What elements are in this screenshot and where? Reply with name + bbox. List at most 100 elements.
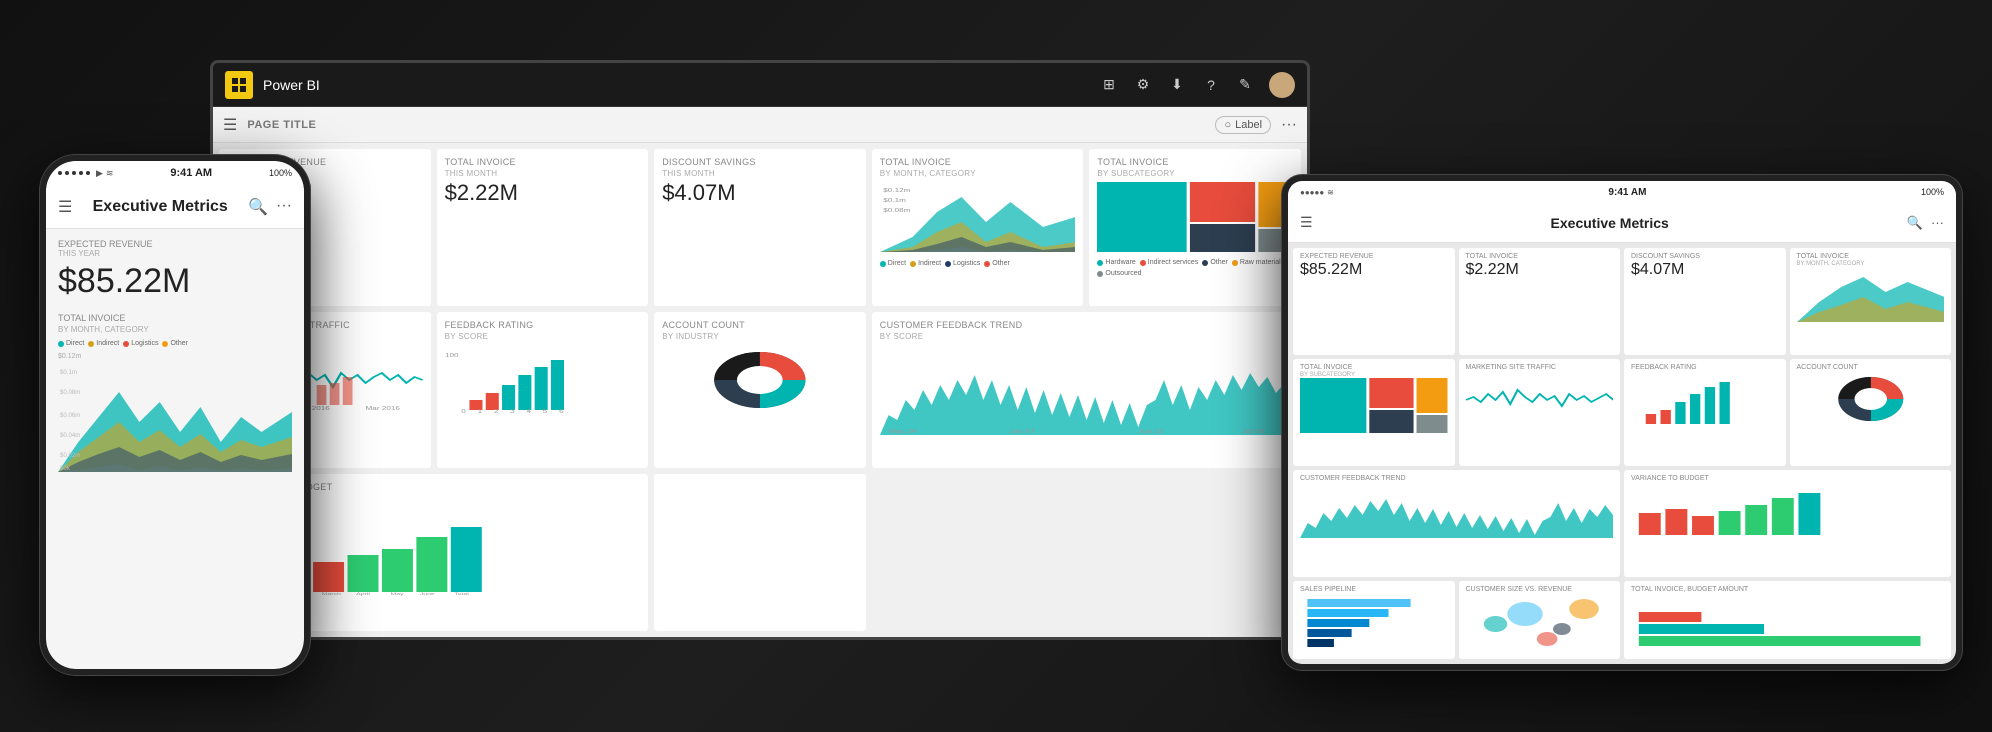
share-icon[interactable]: ⊞ — [1099, 75, 1119, 95]
kpi-label: Discount Savings — [662, 157, 858, 167]
kpi-sublabel: THIS MONTH — [662, 169, 858, 178]
phone-status-bar: ▶ ≋ 9:41 AM 100% — [46, 161, 304, 185]
logo-cell — [240, 86, 246, 92]
tablet-chart-treemap: Total Invoice BY SUBCATEGORY — [1293, 359, 1455, 466]
tablet-topbar: ☰ Executive Metrics 🔍 ··· — [1288, 203, 1956, 243]
dashboard-grid: Expected Revenue THIS YEAR $85.22M Total… — [213, 143, 1307, 637]
legend-direct: Direct — [58, 340, 84, 347]
app-name: Power BI — [263, 77, 1099, 93]
tablet-right-frame: ●●●●● ≋ 9:41 AM 100% ☰ Executive Metrics… — [1282, 175, 1962, 670]
svg-text:5: 5 — [542, 409, 547, 414]
tablet-menu-icon[interactable]: ☰ — [1300, 214, 1313, 231]
powerbi-logo — [225, 71, 253, 99]
chart-title: Total Invoice — [880, 157, 1076, 167]
chart-feedback-rating: Feedback Rating BY SCORE 0 1 2 3 4 — [437, 312, 649, 469]
svg-text:March: March — [322, 592, 341, 596]
tablet-chart-sales-pipeline: Sales Pipeline — [1293, 581, 1455, 659]
settings-icon[interactable]: ⚙ — [1133, 75, 1153, 95]
more-button[interactable]: ··· — [1281, 116, 1297, 134]
chart-title: Account Count — [662, 320, 858, 330]
tablet-search-icon[interactable]: 🔍 — [1907, 215, 1923, 231]
hamburger-icon[interactable]: ☰ — [223, 115, 237, 135]
kpi-sublabel: THIS MONTH — [445, 169, 641, 178]
tablet-kpi-revenue: Expected Revenue $85.22M — [1293, 248, 1455, 355]
chart-subtitle: BY MONTH, CATEGORY — [880, 169, 1076, 178]
svg-text:Total: Total — [454, 592, 469, 596]
kpi-value: $85.22M — [58, 262, 292, 301]
phone-content: Expected Revenue THIS YEAR $85.22M Total… — [46, 229, 304, 487]
chart-account-count: Account Count BY INDUSTRY — [654, 312, 866, 469]
chart-title: Customer Feedback Trend — [880, 320, 1293, 330]
svg-text:100: 100 — [445, 353, 459, 358]
tablet-app-title: Executive Metrics — [1321, 215, 1899, 231]
kpi-card-discount: Discount Savings THIS MONTH $4.07M — [654, 149, 866, 306]
svg-text:$0.04m: $0.04m — [60, 433, 80, 439]
tablet-topbar-icons: 🔍 ··· — [1907, 215, 1944, 231]
edit-icon[interactable]: ✎ — [1235, 75, 1255, 95]
kpi-value: $4.07M — [662, 182, 858, 204]
svg-text:4: 4 — [526, 409, 531, 414]
chart-invoice-monthly: Total Invoice BY MONTH, CATEGORY $0.12m … — [872, 149, 1084, 306]
chart-title: Total Invoice — [1097, 157, 1293, 167]
signal-dot — [65, 171, 69, 175]
kpi-card-invoice: Total Invoice THIS MONTH $2.22M — [437, 149, 649, 306]
logo-cell — [240, 78, 246, 84]
tablet-chart-customer-size: Customer Size vs. Revenue — [1459, 581, 1621, 659]
tablet-chart-variance: Variance to Budget — [1624, 470, 1951, 577]
tablet-kpi-invoice: Total Invoice $2.22M — [1459, 248, 1621, 355]
label-text: Label — [1235, 119, 1262, 131]
more-icon[interactable]: ··· — [276, 197, 292, 217]
svg-text:1: 1 — [477, 409, 482, 414]
tablet-screen: ●●●●● ≋ 9:41 AM 100% ☰ Executive Metrics… — [1288, 181, 1956, 664]
signal-dot — [72, 171, 76, 175]
tablet-kpi-discount: Discount Savings $4.07M — [1624, 248, 1786, 355]
chart-subtitle: BY SCORE — [445, 332, 641, 341]
topbar-icons: ⊞ ⚙ ⬇ ? ✎ — [1099, 72, 1295, 98]
phone-topbar: ☰ Executive Metrics 🔍 ··· — [46, 185, 304, 229]
laptop-frame: Power BI ⊞ ⚙ ⬇ ? ✎ ☰ PAGE TITLE ○ Label … — [210, 60, 1340, 670]
page-title: PAGE TITLE — [247, 119, 1205, 131]
section-title: Total Invoice — [58, 313, 292, 323]
user-avatar[interactable] — [1269, 72, 1295, 98]
chart-placeholder — [654, 474, 866, 631]
laptop-screen: Power BI ⊞ ⚙ ⬇ ? ✎ ☰ PAGE TITLE ○ Label … — [210, 60, 1310, 640]
svg-text:$0.08m: $0.08m — [883, 208, 911, 213]
svg-text:June: June — [420, 592, 435, 596]
svg-text:Jul 05: Jul 05 — [1241, 429, 1264, 434]
chart-subtitle: BY SUBCATEGORY — [1097, 169, 1293, 178]
legend-logistics: Logistics — [123, 340, 158, 347]
chart-subtitle: BY SCORE — [880, 332, 1293, 341]
label-button[interactable]: ○ Label — [1215, 116, 1271, 134]
svg-text:2: 2 — [493, 409, 498, 414]
menu-icon[interactable]: ☰ — [58, 197, 72, 217]
svg-text:Jun 07: Jun 07 — [1009, 429, 1035, 434]
tablet-chart-invoice-budget: Total Invoice, Budget Amount — [1624, 581, 1951, 659]
tablet-battery: 100% — [1921, 187, 1944, 197]
search-icon[interactable]: 🔍 — [248, 197, 268, 217]
legend-other: Other — [162, 340, 188, 347]
chart-invoice-subcategory: Total Invoice BY SUBCATEGORY Hardware In… — [1089, 149, 1301, 306]
svg-text:$0.1m: $0.1m — [60, 370, 77, 376]
svg-text:Mar 2016: Mar 2016 — [366, 406, 401, 411]
tablet-more-icon[interactable]: ··· — [1931, 215, 1944, 231]
signal-dot — [79, 171, 83, 175]
kpi-label: Expected Revenue — [58, 239, 292, 249]
tablet-chart-feedback: Feedback Rating — [1624, 359, 1786, 466]
download-icon[interactable]: ⬇ — [1167, 75, 1187, 95]
logo-cell — [232, 78, 238, 84]
signal-area: ▶ ≋ — [58, 168, 113, 179]
svg-text:$0.08m: $0.08m — [60, 390, 80, 396]
section-subtitle: BY MONTH, CATEGORY — [58, 325, 292, 334]
phone-left-frame: ▶ ≋ 9:41 AM 100% ☰ Executive Metrics 🔍 ·… — [40, 155, 310, 675]
tablet-chart-marketing: Marketing Site Traffic — [1459, 359, 1621, 466]
svg-text:$0.12m: $0.12m — [883, 188, 911, 193]
signal-dot — [86, 171, 90, 175]
legend-indirect: Indirect — [88, 340, 119, 347]
pbi-topbar: Power BI ⊞ ⚙ ⬇ ? ✎ — [213, 63, 1307, 107]
kpi-value: $2.22M — [445, 182, 641, 204]
tablet-chart-invoice-monthly: Total Invoice BY MONTH, CATEGORY — [1790, 248, 1952, 355]
svg-text:$0.06m: $0.06m — [60, 413, 80, 419]
help-icon[interactable]: ? — [1201, 75, 1221, 95]
logo-cell — [232, 86, 238, 92]
svg-text:Jun 21: Jun 21 — [1138, 429, 1164, 434]
